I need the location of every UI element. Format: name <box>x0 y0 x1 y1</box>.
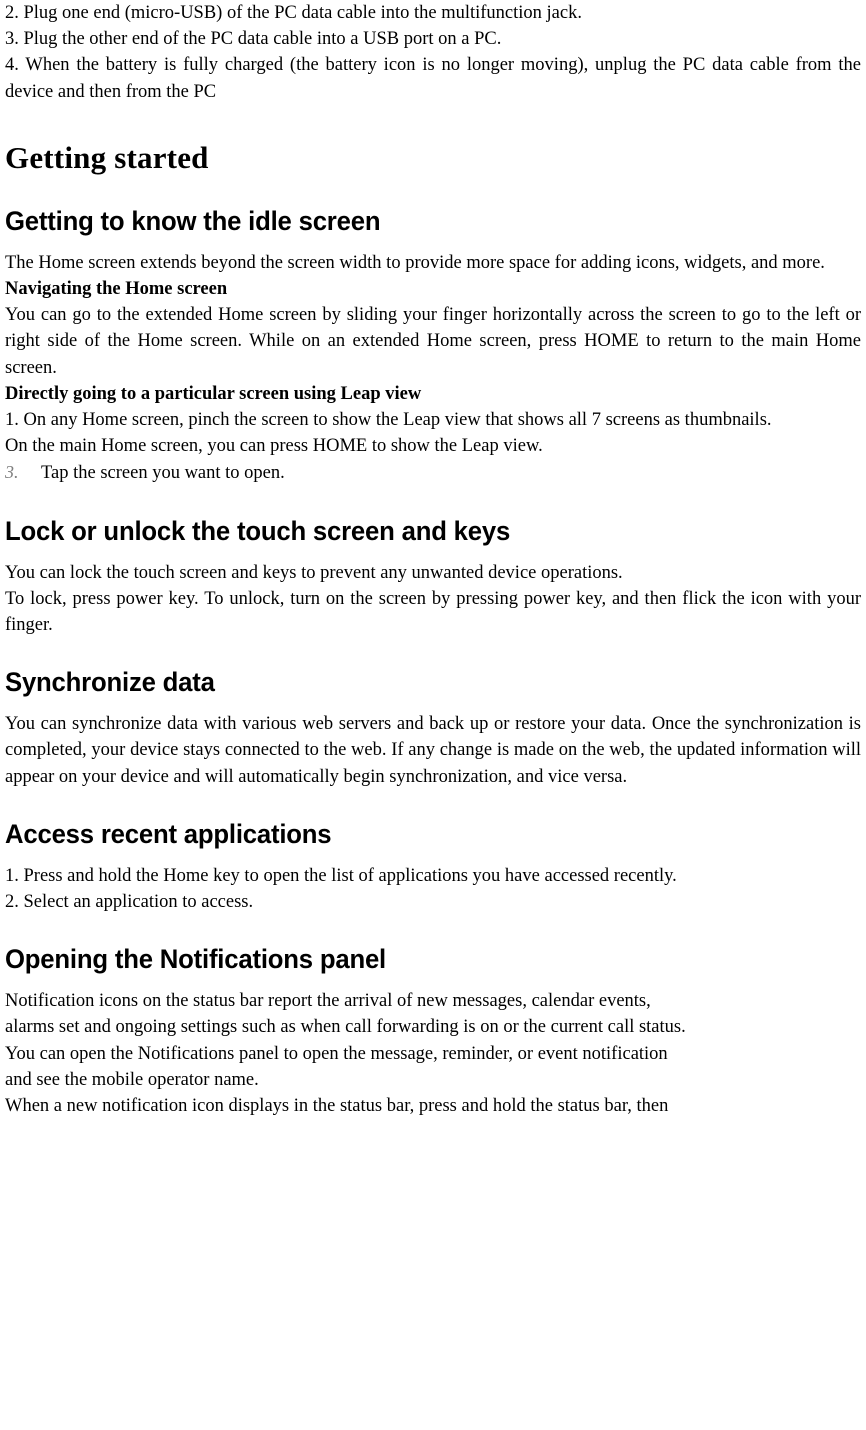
section-heading-idle-screen: Getting to know the idle screen <box>5 205 381 236</box>
section-heading-lock-unlock: Lock or unlock the touch screen and keys <box>5 515 511 546</box>
notifications-line-5: When a new notification icon displays in… <box>5 1096 669 1117</box>
recent-applications-step-2: 2. Select an application to access. <box>5 892 254 913</box>
notifications-line-4: and see the mobile operator name. <box>5 1069 259 1090</box>
list-item-number: 3. <box>5 462 19 483</box>
lock-unlock-line-2: To lock, press power key. To unlock, tur… <box>5 588 861 636</box>
recent-applications-step-1: 1. Press and hold the Home key to open t… <box>5 865 677 886</box>
section-heading-notifications-panel: Opening the Notifications panel <box>5 944 387 975</box>
notifications-line-2: alarms set and ongoing settings such as … <box>5 1017 686 1038</box>
chapter-title: Getting started <box>5 139 209 175</box>
intro-step-2: 2. Plug one end (micro-USB) of the PC da… <box>5 3 582 23</box>
list-item-text: Tap the screen you want to open. <box>41 463 285 484</box>
subheading-leap-view: Directly going to a particular screen us… <box>5 383 422 404</box>
document-page: 2. Plug one end (micro-USB) of the PC da… <box>0 0 866 1430</box>
navigating-home-screen-body: You can go to the extended Home screen b… <box>5 305 861 378</box>
subheading-navigating-home-screen: Navigating the Home screen <box>5 279 228 300</box>
intro-step-3: 3. Plug the other end of the PC data cab… <box>5 29 502 50</box>
idle-screen-intro: The Home screen extends beyond the scree… <box>5 252 825 273</box>
leap-view-step-1: 1. On any Home screen, pinch the screen … <box>5 410 772 431</box>
synchronize-data-body: You can synchronize data with various we… <box>5 714 861 787</box>
intro-step-4: 4. When the battery is fully charged (th… <box>5 55 861 102</box>
notifications-line-1: Notification icons on the status bar rep… <box>5 991 651 1012</box>
lock-unlock-line-1: You can lock the touch screen and keys t… <box>5 562 623 583</box>
leap-view-note: On the main Home screen, you can press H… <box>5 436 543 457</box>
section-heading-recent-applications: Access recent applications <box>5 818 332 849</box>
notifications-line-3: You can open the Notifications panel to … <box>5 1043 668 1064</box>
section-heading-synchronize-data: Synchronize data <box>5 667 215 698</box>
leap-view-step-3: 3. Tap the screen you want to open. <box>5 459 861 486</box>
